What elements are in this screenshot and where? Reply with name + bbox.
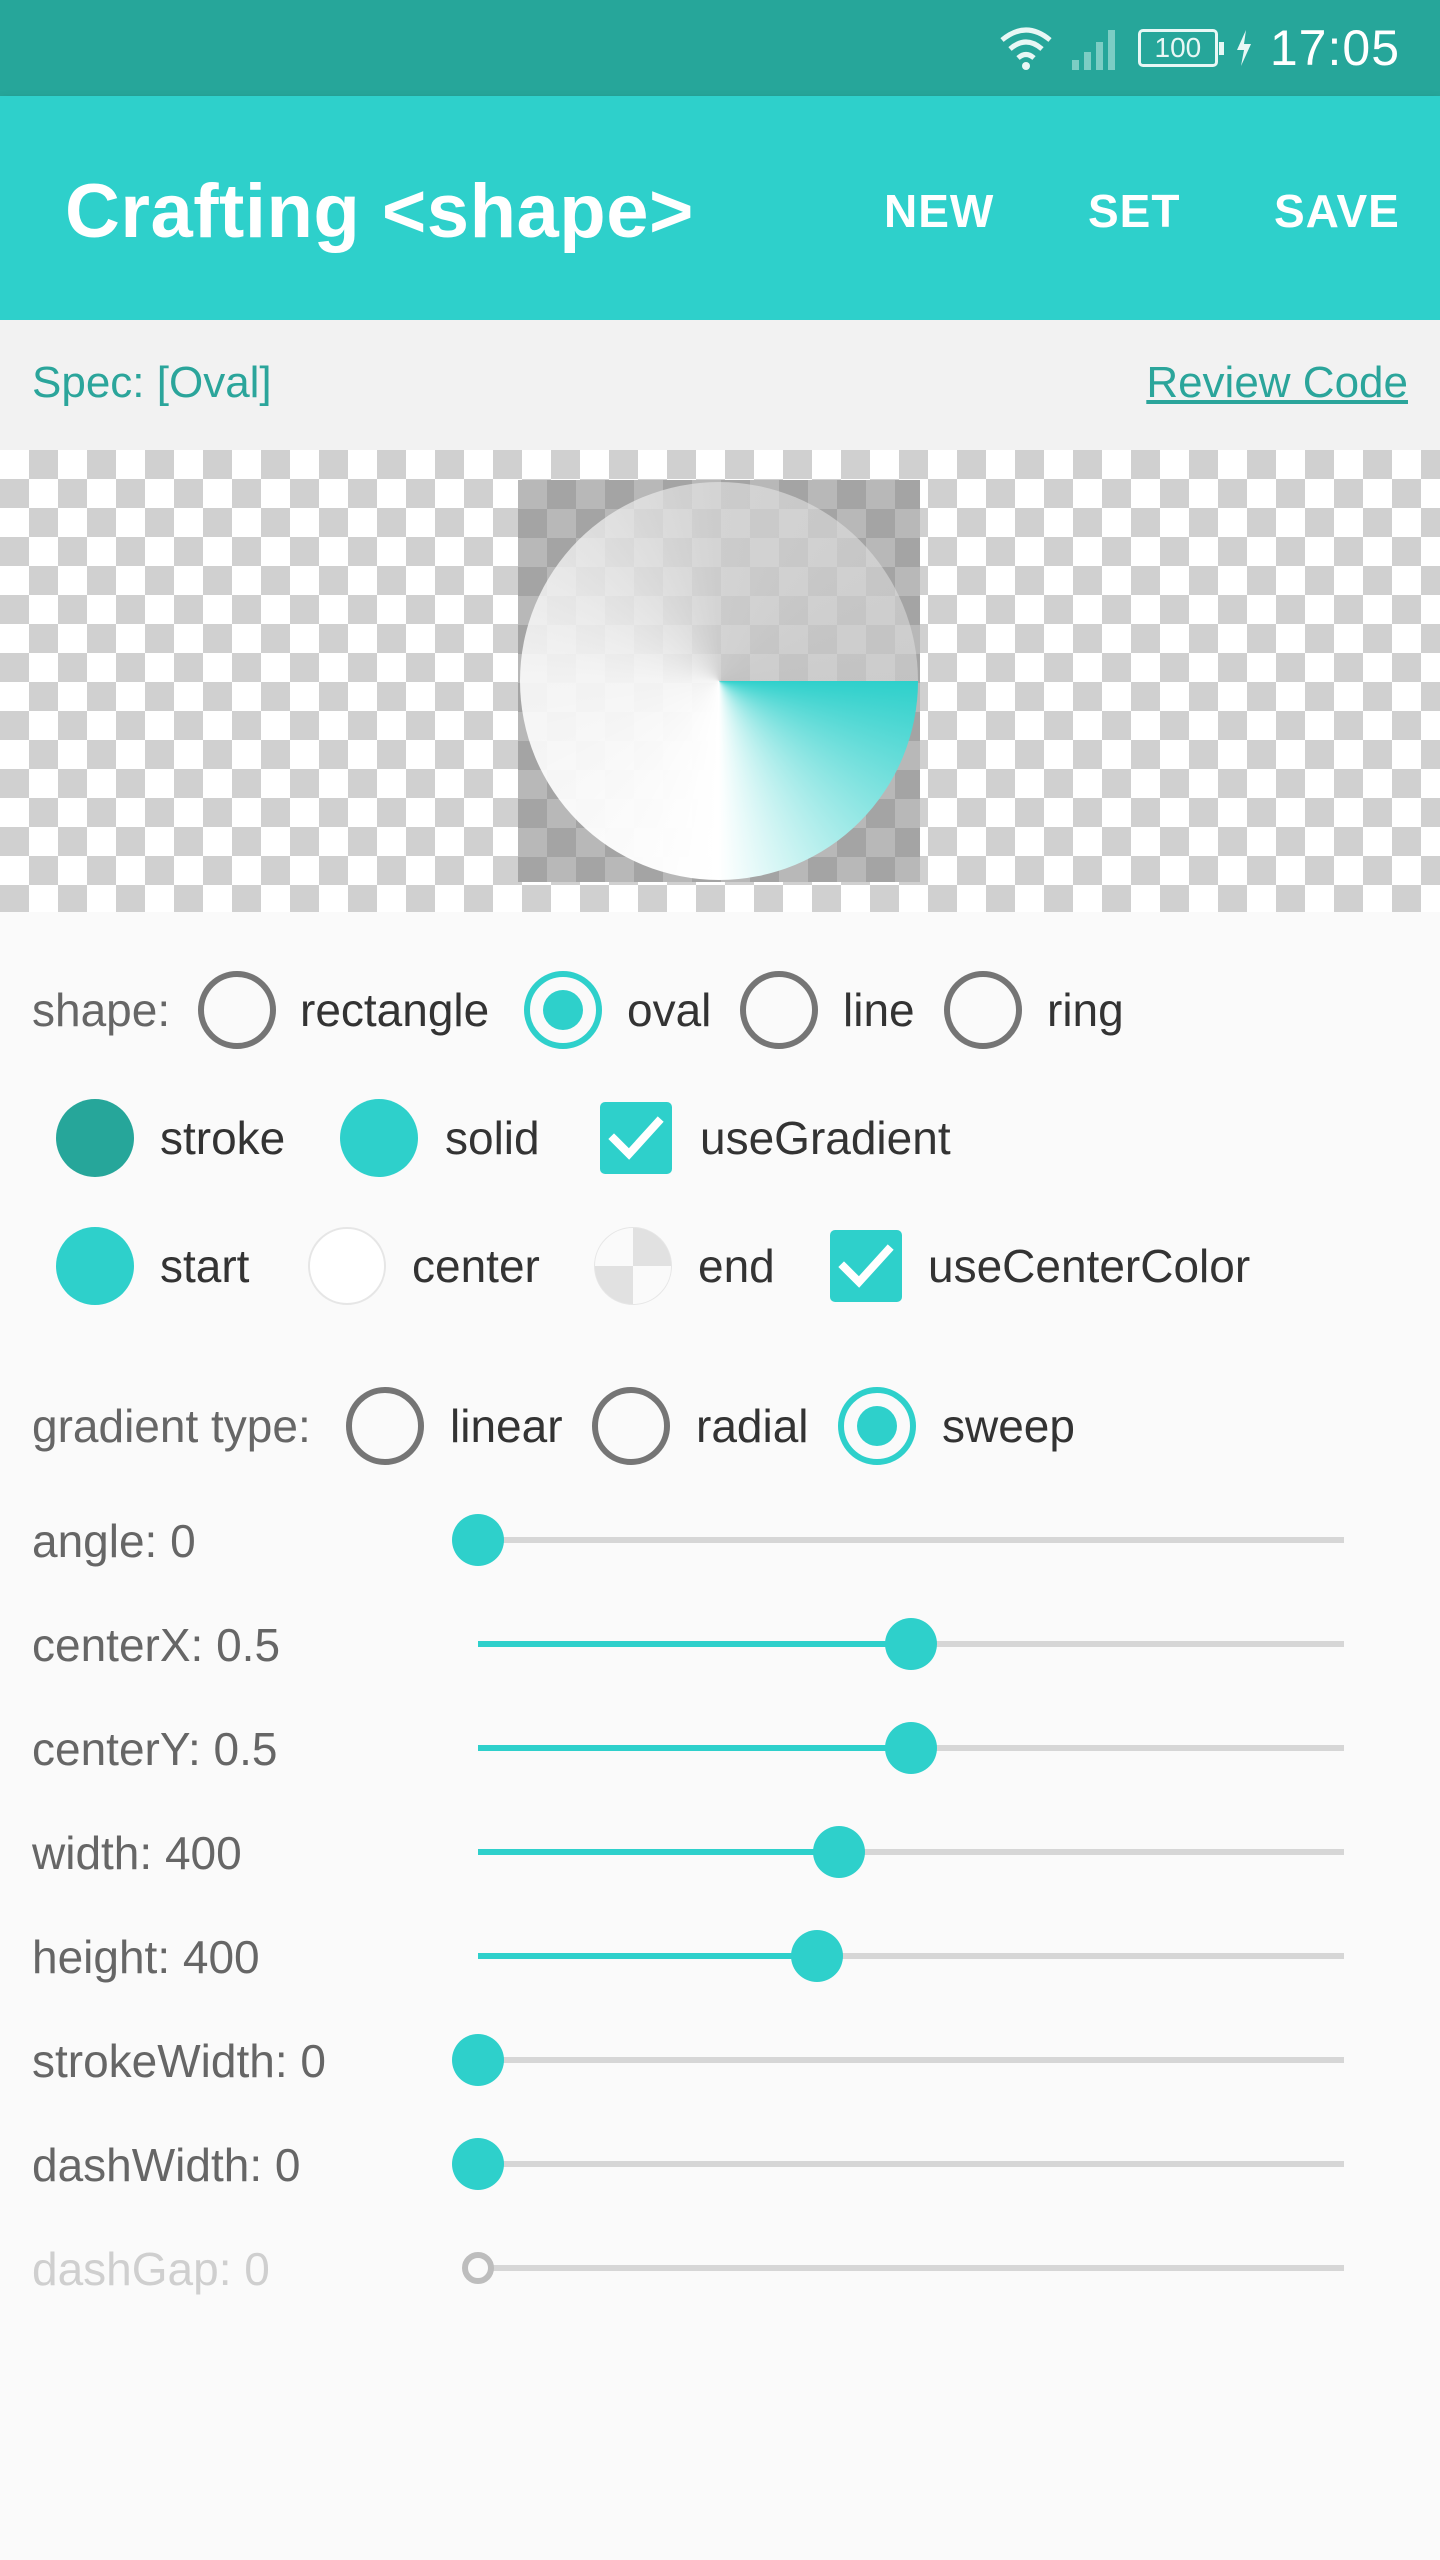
slider-track[interactable] xyxy=(478,1930,1344,1982)
shape-label: shape: xyxy=(32,984,171,1036)
save-button[interactable]: SAVE xyxy=(1274,184,1400,238)
slider-label: dashWidth: 0 xyxy=(32,2139,301,2191)
radio-radial[interactable] xyxy=(592,1387,670,1465)
slider-fill xyxy=(478,1953,817,1959)
slider-track[interactable] xyxy=(452,2034,1344,2086)
radio-linear[interactable] xyxy=(346,1387,424,1465)
radio-radial-label[interactable]: radial xyxy=(696,1399,809,1453)
gradient-type-label: gradient type: xyxy=(32,1400,311,1452)
slider-label: width: 400 xyxy=(32,1827,242,1879)
solid-color-swatch[interactable] xyxy=(340,1099,418,1177)
slider-fill xyxy=(478,1745,911,1751)
solid-label: solid xyxy=(445,1112,540,1164)
slider-track[interactable] xyxy=(452,1514,1344,1566)
battery-icon: 100 xyxy=(1137,29,1224,67)
slider-thumb[interactable] xyxy=(885,1618,937,1670)
radio-rectangle[interactable] xyxy=(198,971,276,1049)
app-bar: Crafting <shape> NEW SET SAVE xyxy=(0,96,1440,320)
checkmark-icon xyxy=(838,1244,894,1288)
slider-label: angle: 0 xyxy=(32,1515,196,1567)
end-label: end xyxy=(698,1240,775,1292)
shape-bounds xyxy=(518,480,920,882)
stroke-label: stroke xyxy=(160,1112,286,1164)
slider-label: height: 400 xyxy=(32,1931,260,1983)
status-bar: 100 17:05 xyxy=(0,0,1440,96)
charging-icon xyxy=(1236,30,1251,66)
slider-thumb[interactable] xyxy=(885,1722,937,1774)
use-center-color-label[interactable]: useCenterColor xyxy=(928,1239,1250,1293)
radio-line[interactable] xyxy=(740,971,818,1049)
slider-track[interactable] xyxy=(478,1618,1344,1670)
slider-label: dashGap: 0 xyxy=(32,2243,270,2295)
slider-track xyxy=(462,2252,1344,2284)
radio-oval-label[interactable]: oval xyxy=(627,983,711,1037)
shape-preview xyxy=(0,450,1440,912)
slider-thumb[interactable] xyxy=(452,1514,504,1566)
new-button[interactable]: NEW xyxy=(884,184,994,238)
app-title: Crafting <shape> xyxy=(65,169,694,254)
radio-sweep[interactable] xyxy=(838,1387,916,1465)
use-gradient-checkbox[interactable] xyxy=(600,1102,672,1174)
review-code-link[interactable]: Review Code xyxy=(1146,358,1408,408)
radio-rectangle-label[interactable]: rectangle xyxy=(300,983,489,1037)
slider-thumb xyxy=(462,2252,494,2284)
wifi-icon xyxy=(1000,27,1052,70)
slider-thumb[interactable] xyxy=(452,2138,504,2190)
radio-linear-label[interactable]: linear xyxy=(450,1399,563,1453)
start-label: start xyxy=(160,1240,250,1292)
radio-ring[interactable] xyxy=(944,971,1022,1049)
spec-row: Spec: [Oval] Review Code xyxy=(0,320,1440,450)
slider-thumb[interactable] xyxy=(791,1930,843,1982)
slider-label: centerX: 0.5 xyxy=(32,1619,281,1671)
start-color-swatch[interactable] xyxy=(56,1227,134,1305)
center-label: center xyxy=(412,1240,540,1292)
checkmark-icon xyxy=(608,1116,664,1160)
radio-oval[interactable] xyxy=(524,971,602,1049)
use-gradient-label[interactable]: useGradient xyxy=(700,1111,951,1165)
radio-sweep-label[interactable]: sweep xyxy=(942,1399,1075,1453)
oval-shape-preview xyxy=(520,482,918,880)
end-color-swatch[interactable] xyxy=(594,1227,672,1305)
slider-thumb[interactable] xyxy=(813,1826,865,1878)
use-center-color-checkbox[interactable] xyxy=(830,1230,902,1302)
slider-fill xyxy=(478,1849,839,1855)
spec-label: Spec: [Oval] xyxy=(32,358,272,407)
set-button[interactable]: SET xyxy=(1088,184,1180,238)
slider-label: centerY: 0.5 xyxy=(32,1723,278,1775)
slider-track[interactable] xyxy=(452,2138,1344,2190)
cell-signal-icon xyxy=(1071,30,1115,70)
status-icons: 100 17:05 xyxy=(998,14,1400,82)
radio-line-label[interactable]: line xyxy=(843,983,915,1037)
slider-label: strokeWidth: 0 xyxy=(32,2035,326,2087)
slider-track[interactable] xyxy=(478,1826,1344,1878)
radio-ring-label[interactable]: ring xyxy=(1047,983,1124,1037)
slider-track[interactable] xyxy=(478,1722,1344,1774)
slider-thumb[interactable] xyxy=(452,2034,504,2086)
center-color-swatch[interactable] xyxy=(308,1227,386,1305)
stroke-color-swatch[interactable] xyxy=(56,1099,134,1177)
status-time: 17:05 xyxy=(1269,20,1400,76)
slider-fill xyxy=(478,1641,911,1647)
